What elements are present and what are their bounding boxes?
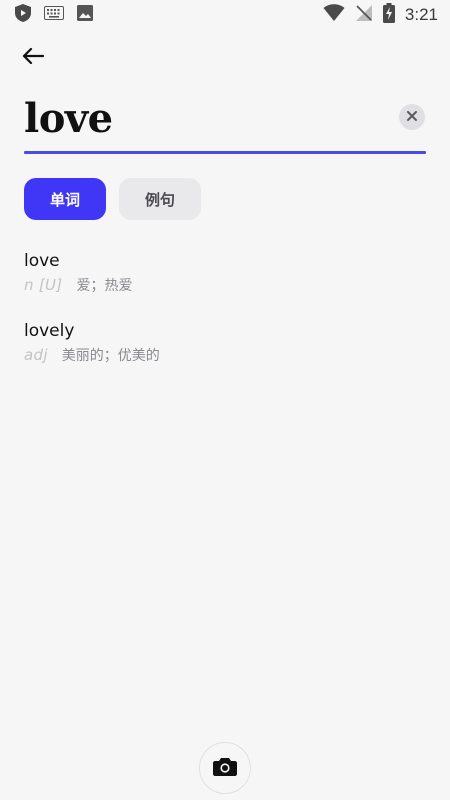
arrow-left-icon (22, 47, 45, 70)
camera-icon (213, 756, 237, 781)
result-word: lovely (24, 321, 75, 341)
part-of-speech: n [U] (24, 276, 63, 294)
status-bar: 3:21 (0, 0, 450, 30)
keyboard-icon (44, 5, 64, 25)
battery-charging-icon (382, 2, 395, 28)
result-word: love (24, 251, 60, 271)
close-icon (407, 108, 417, 126)
tab-example-sentences[interactable]: 例句 (119, 178, 201, 220)
search-input[interactable] (24, 92, 384, 144)
back-button[interactable] (18, 44, 48, 72)
status-time: 3:21 (404, 5, 438, 24)
result-definition: 爱；热爱 (76, 278, 133, 294)
result-meta: adj 美丽的；优美的 (24, 345, 404, 365)
camera-button[interactable] (199, 742, 251, 794)
dictionary-search-screen: 3:21 单词 例句 love n [U] 爱；热爱 lovely adj (0, 0, 450, 800)
result-definition: 美丽的；优美的 (61, 348, 160, 364)
clear-search-button[interactable] (399, 104, 425, 130)
part-of-speech: adj (24, 346, 48, 364)
list-item[interactable]: love n [U] 爱；热爱 (24, 250, 404, 295)
result-meta: n [U] 爱；热爱 (24, 275, 404, 295)
status-bar-left (14, 3, 106, 28)
search-underline (24, 151, 426, 154)
list-item[interactable]: lovely adj 美丽的；优美的 (24, 320, 404, 365)
tab-words[interactable]: 单词 (24, 178, 106, 220)
wifi-icon (323, 3, 345, 27)
shield-play-icon (14, 3, 32, 28)
image-icon (76, 4, 94, 27)
no-signal-icon (355, 4, 373, 27)
status-bar-right: 3:21 (313, 2, 438, 28)
